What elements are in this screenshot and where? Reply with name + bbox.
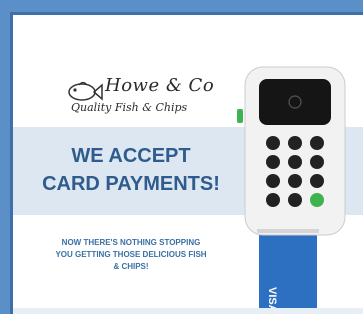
company-logo: Howe & Co Quality Fish & Chips (61, 71, 221, 131)
headline-line-1: WE ACCEPT (71, 145, 191, 167)
poster: Howe & Co Quality Fish & Chips WE ACCEPT… (10, 12, 363, 314)
reader-side-led (237, 109, 243, 123)
poster-bottom-edge (13, 308, 363, 314)
ok-key (310, 193, 324, 207)
reader-screen (259, 79, 331, 125)
company-tagline: Quality Fish & Chips (71, 101, 188, 114)
subheadline-line-1: NOW THERE'S NOTHING STOPPING (61, 238, 201, 247)
headline-line-2: CARD PAYMENTS! (42, 173, 220, 195)
card-reader: VISA (237, 66, 346, 311)
subheadline-line-3: & CHIPS! (113, 262, 149, 271)
subheadline-line-2: YOU GETTING THOSE DELICIOUS FISH (55, 250, 207, 259)
zero-key (288, 193, 302, 207)
headline: WE ACCEPT CARD PAYMENTS! (13, 142, 249, 198)
cancel-key (266, 193, 280, 207)
card-slot (257, 229, 319, 233)
company-name: Howe & Co (105, 75, 215, 96)
subheadline: NOW THERE'S NOTHING STOPPING YOU GETTING… (23, 237, 239, 273)
